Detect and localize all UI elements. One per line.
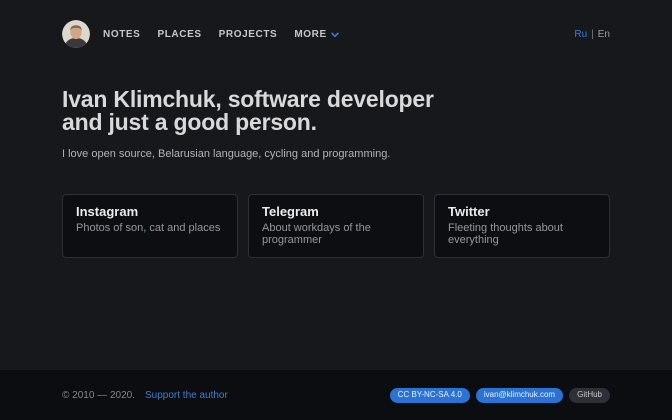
chevron-down-icon <box>331 32 339 38</box>
footer-badges: CC BY-NC-SA 4.0 ivan@klimchuk.com GitHub <box>390 388 610 403</box>
nav-item-notes[interactable]: NOTES <box>103 29 140 40</box>
main-nav: NOTES PLACES PROJECTS MORE <box>103 29 339 40</box>
lang-en-current[interactable]: En <box>598 29 610 40</box>
page-title: Ivan Klimchuk, software developer and ju… <box>62 88 610 134</box>
email-badge[interactable]: ivan@klimchuk.com <box>476 388 563 403</box>
card-instagram-description: Photos of son, cat and places <box>76 222 224 234</box>
card-twitter-description: Fleeting thoughts about everything <box>448 222 596 246</box>
copyright-text: © 2010 — 2020. <box>62 390 135 401</box>
page-title-line2: and just a good person. <box>62 109 317 135</box>
social-cards-row: Instagram Photos of son, cat and places … <box>0 194 672 258</box>
card-telegram-title: Telegram <box>262 204 410 219</box>
nav-item-more[interactable]: MORE <box>294 29 338 40</box>
nav-item-more-label: MORE <box>294 29 326 40</box>
lang-divider: | <box>591 29 594 40</box>
nav-item-places[interactable]: PLACES <box>157 29 201 40</box>
avatar[interactable] <box>62 20 90 48</box>
support-author-link[interactable]: Support the author <box>145 390 228 401</box>
card-instagram-title: Instagram <box>76 204 224 219</box>
avatar-photo <box>62 20 90 48</box>
card-telegram-description: About workdays of the programmer <box>262 222 410 246</box>
personal-homepage: NOTES PLACES PROJECTS MORE Ru | En Ivan … <box>0 0 672 420</box>
header: NOTES PLACES PROJECTS MORE Ru | En <box>0 0 672 48</box>
card-telegram[interactable]: Telegram About workdays of the programme… <box>248 194 424 258</box>
card-instagram[interactable]: Instagram Photos of son, cat and places <box>62 194 238 258</box>
nav-item-projects[interactable]: PROJECTS <box>219 29 278 40</box>
card-twitter-title: Twitter <box>448 204 596 219</box>
lang-ru-link[interactable]: Ru <box>574 29 587 40</box>
language-switcher: Ru | En <box>574 29 610 40</box>
card-twitter[interactable]: Twitter Fleeting thoughts about everythi… <box>434 194 610 258</box>
github-badge[interactable]: GitHub <box>569 388 610 403</box>
page-subtitle: I love open source, Belarusian language,… <box>62 148 610 160</box>
license-badge[interactable]: CC BY-NC-SA 4.0 <box>390 388 470 403</box>
footer: © 2010 — 2020. Support the author CC BY-… <box>0 370 672 420</box>
hero-section: Ivan Klimchuk, software developer and ju… <box>0 48 672 160</box>
